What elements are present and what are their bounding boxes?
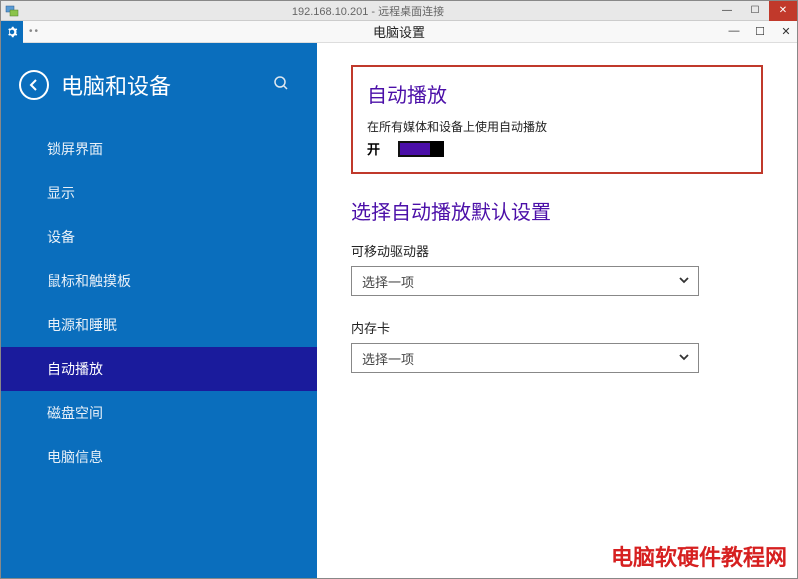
defaults-title: 选择自动播放默认设置: [351, 196, 763, 225]
memory-value: 选择一项: [362, 349, 414, 368]
app-title: 电脑设置: [373, 22, 425, 41]
maximize-button[interactable]: ☐: [741, 1, 769, 21]
sidebar-header: 电脑和设备: [1, 69, 317, 119]
back-button[interactable]: [19, 70, 49, 100]
rdp-icon: [5, 4, 19, 18]
rdp-window-controls: — ☐ ✕: [713, 1, 797, 21]
autoplay-toggle-row: 开: [367, 139, 747, 158]
inner-window-controls: — ☐ ✕: [727, 25, 793, 38]
removable-value: 选择一项: [362, 272, 414, 291]
inner-close-button[interactable]: ✕: [779, 25, 793, 38]
removable-select[interactable]: 选择一项: [351, 266, 699, 296]
memory-label: 内存卡: [351, 318, 763, 337]
content-panel: 自动播放 在所有媒体和设备上使用自动播放 开 选择自动播放默认设置 可移动驱动器…: [317, 43, 797, 578]
memory-field: 内存卡 选择一项: [351, 318, 763, 373]
sidebar-item-autoplay[interactable]: 自动播放: [1, 347, 317, 391]
inner-minimize-button[interactable]: —: [727, 25, 741, 38]
app-header: •• 电脑设置 — ☐ ✕: [1, 21, 797, 43]
sidebar: 电脑和设备 锁屏界面 显示 设备 鼠标和触摸板 电源和睡眠 自动播放 磁盘空间 …: [1, 43, 317, 578]
highlight-box: 自动播放 在所有媒体和设备上使用自动播放 开: [351, 65, 763, 174]
minimize-button[interactable]: —: [713, 1, 741, 21]
search-icon[interactable]: [273, 75, 289, 96]
watermark: 电脑软硬件教程网: [611, 540, 787, 572]
autoplay-title: 自动播放: [367, 79, 747, 108]
rdp-title: 192.168.10.201 - 远程桌面连接: [23, 3, 713, 19]
autoplay-toggle[interactable]: [398, 141, 444, 157]
sidebar-item-devices[interactable]: 设备: [1, 215, 317, 259]
gear-icon[interactable]: [1, 21, 23, 43]
removable-field: 可移动驱动器 选择一项: [351, 241, 763, 296]
sidebar-items: 锁屏界面 显示 设备 鼠标和触摸板 电源和睡眠 自动播放 磁盘空间 电脑信息: [1, 127, 317, 479]
rdp-titlebar: 192.168.10.201 - 远程桌面连接 — ☐ ✕: [1, 1, 797, 21]
chevron-down-icon: [678, 274, 690, 289]
sidebar-item-mouse[interactable]: 鼠标和触摸板: [1, 259, 317, 303]
menu-dots-icon[interactable]: ••: [29, 26, 40, 37]
chevron-down-icon: [678, 351, 690, 366]
sidebar-item-power[interactable]: 电源和睡眠: [1, 303, 317, 347]
toggle-thumb: [430, 141, 444, 157]
sidebar-item-lockscreen[interactable]: 锁屏界面: [1, 127, 317, 171]
main-layout: 电脑和设备 锁屏界面 显示 设备 鼠标和触摸板 电源和睡眠 自动播放 磁盘空间 …: [1, 43, 797, 578]
memory-select[interactable]: 选择一项: [351, 343, 699, 373]
sidebar-item-display[interactable]: 显示: [1, 171, 317, 215]
removable-label: 可移动驱动器: [351, 241, 763, 260]
autoplay-description: 在所有媒体和设备上使用自动播放: [367, 118, 747, 135]
toggle-state-label: 开: [367, 139, 380, 158]
sidebar-title: 电脑和设备: [61, 69, 273, 101]
sidebar-item-diskspace[interactable]: 磁盘空间: [1, 391, 317, 435]
sidebar-item-pcinfo[interactable]: 电脑信息: [1, 435, 317, 479]
close-button[interactable]: ✕: [769, 1, 797, 21]
inner-maximize-button[interactable]: ☐: [753, 25, 767, 38]
